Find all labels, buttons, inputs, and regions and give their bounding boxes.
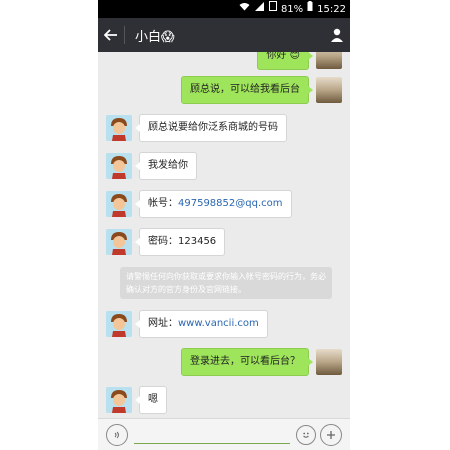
voice-icon[interactable]: [106, 423, 128, 446]
message-bubble[interactable]: 帐号：497598852@qq.com: [135, 190, 292, 218]
message-row-outgoing: 你好 😊: [257, 52, 342, 70]
website-link[interactable]: www.vancii.com: [178, 318, 259, 329]
message-bubble[interactable]: 我发给你: [135, 152, 197, 180]
contact-avatar[interactable]: [106, 229, 132, 255]
security-notice: 请警惕任何向你获取或要求你输入帐号密码的行为，务必确认对方的官方身份及官网链接。: [120, 267, 332, 299]
message-bubble[interactable]: 登录进去，可以看后台？: [181, 348, 313, 376]
url-label: 网址：: [148, 318, 178, 329]
message-row-incoming: 帐号：497598852@qq.com: [106, 190, 292, 218]
contact-avatar[interactable]: [106, 153, 132, 179]
battery-icon: [307, 0, 313, 18]
title-bar: 小白😱: [98, 18, 350, 52]
signal-icon: [254, 0, 265, 18]
clock: 15:22: [317, 3, 346, 15]
message-bubble[interactable]: 嗯: [135, 386, 167, 414]
my-avatar[interactable]: [316, 52, 342, 69]
message-bubble[interactable]: 密码：123456: [134, 228, 226, 256]
message-row-incoming: 顾总说要给你泛系商城的号码: [106, 114, 287, 142]
message-row-outgoing: 登录进去，可以看后台？: [181, 348, 342, 376]
message-bubble[interactable]: 网址：www.vancii.com: [135, 310, 268, 338]
chat-screen: 81% 15:22 小白😱 你好 😊 顾总说，可以给我看后台 顾总说要给你泛系商…: [98, 0, 350, 450]
contact-avatar[interactable]: [106, 191, 132, 217]
input-bar: [98, 418, 350, 450]
message-bubble[interactable]: 你好 😊: [257, 52, 313, 70]
message-list[interactable]: 你好 😊 顾总说，可以给我看后台 顾总说要给你泛系商城的号码 我发给你 帐号：4…: [98, 52, 350, 418]
my-avatar[interactable]: [316, 349, 342, 375]
account-label: 帐号：: [148, 198, 178, 209]
my-avatar[interactable]: [316, 77, 342, 103]
sim-icon: [268, 0, 277, 18]
contact-avatar[interactable]: [106, 311, 132, 337]
chat-title: 小白😱: [135, 29, 175, 45]
person-icon[interactable]: [324, 28, 350, 42]
message-row-incoming: 网址：www.vancii.com: [106, 310, 268, 338]
back-arrow-icon[interactable]: [98, 26, 124, 45]
plus-icon[interactable]: [320, 423, 342, 446]
contact-avatar[interactable]: [106, 115, 132, 141]
wifi-icon: [239, 0, 250, 18]
message-row-incoming: 嗯: [106, 386, 167, 414]
emoji-icon[interactable]: [296, 424, 316, 445]
title-divider: [124, 26, 125, 44]
email-link[interactable]: 497598852@qq.com: [178, 198, 283, 209]
message-bubble[interactable]: 顾总说要给你泛系商城的号码: [135, 114, 287, 142]
contact-avatar[interactable]: [106, 387, 132, 413]
message-row-outgoing: 顾总说，可以给我看后台: [181, 76, 342, 104]
message-row-incoming: 我发给你: [106, 152, 197, 180]
message-row-incoming: 密码：123456: [106, 228, 226, 256]
status-bar: 81% 15:22: [98, 0, 350, 18]
battery-percent: 81%: [280, 3, 304, 15]
message-input[interactable]: [134, 425, 290, 444]
message-bubble[interactable]: 顾总说，可以给我看后台: [181, 76, 313, 104]
